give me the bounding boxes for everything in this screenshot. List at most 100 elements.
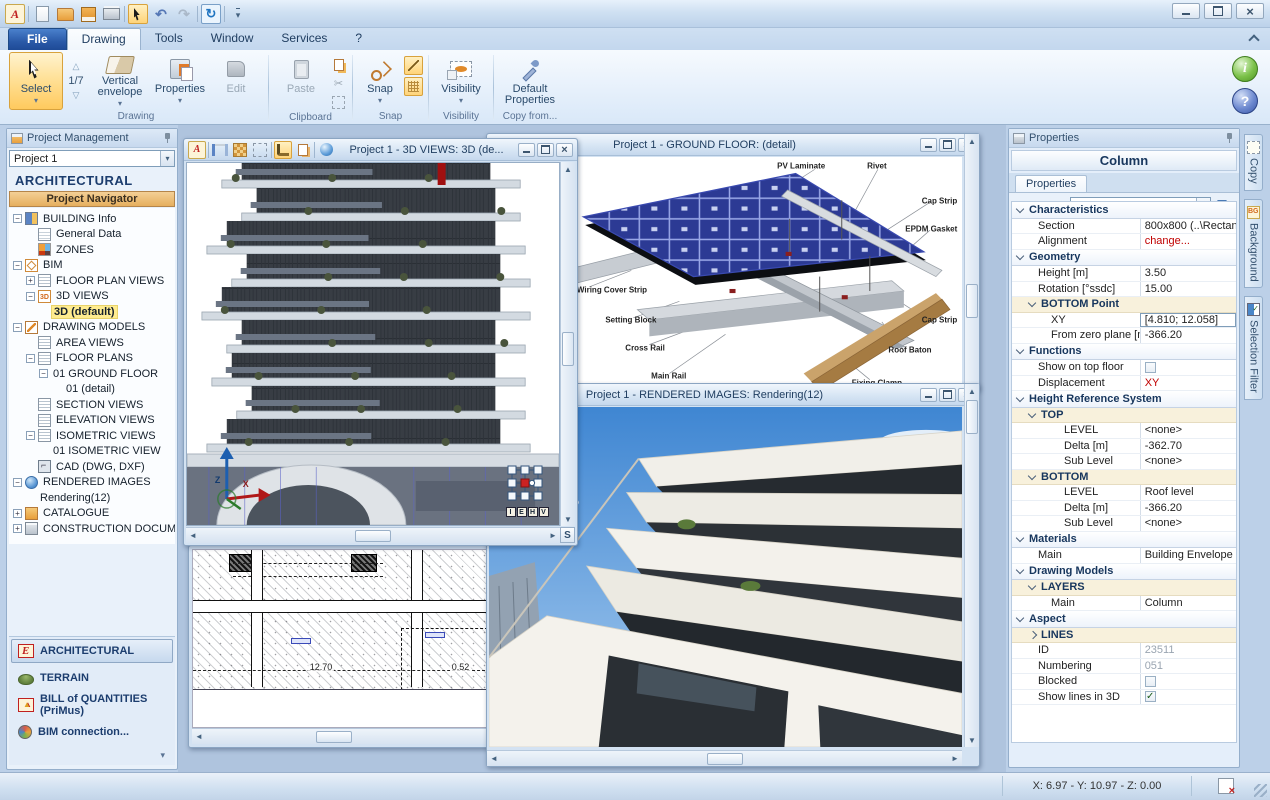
module-button-terrain[interactable]: TERRAIN xyxy=(11,666,173,690)
tree-item-3d-views[interactable]: −3D VIEWS xyxy=(11,289,175,305)
chevron-down-icon[interactable] xyxy=(160,151,174,166)
minimize-button[interactable] xyxy=(920,138,937,152)
property-row-show-on-top-floor[interactable]: Show on top floor xyxy=(1012,360,1236,376)
scroll-up-icon[interactable]: ▲ xyxy=(965,384,979,398)
property-value[interactable]: -362.70 xyxy=(1140,439,1236,454)
restore-button[interactable] xyxy=(939,388,956,402)
scroll-up-icon[interactable]: ▲ xyxy=(561,162,575,176)
next-selection-icon[interactable]: ▽ xyxy=(73,90,80,101)
modules-collapse-icon[interactable] xyxy=(11,747,173,763)
save-icon[interactable] xyxy=(78,4,98,24)
view3d-window[interactable]: Project 1 - 3D VIEWS: 3D (de... xyxy=(183,138,578,546)
view-mode-h[interactable]: H xyxy=(528,507,538,517)
undo-icon[interactable] xyxy=(151,4,171,24)
scroll-up-icon[interactable]: ▲ xyxy=(965,134,979,148)
copy-icon[interactable] xyxy=(330,56,347,73)
app-logo-icon[interactable] xyxy=(188,141,206,159)
property-subsection-top[interactable]: TOP xyxy=(1012,408,1236,424)
snap-grid-toggle[interactable] xyxy=(404,77,423,96)
property-value[interactable] xyxy=(1140,360,1236,375)
floorplan-window[interactable]: 12.70 0.52 ◄ ► xyxy=(188,545,500,748)
property-value[interactable]: -366.20 xyxy=(1140,501,1236,516)
ribbon-tab-drawing[interactable]: Drawing xyxy=(67,28,141,50)
ribbon-tab-services[interactable]: Services xyxy=(267,28,341,50)
tree-item-01-isometric-view[interactable]: 01 ISOMETRIC VIEW xyxy=(11,444,175,460)
property-value[interactable]: [4.810; 12.058] xyxy=(1140,313,1236,328)
texture-icon[interactable] xyxy=(231,141,249,159)
ribbon-tab-file[interactable]: File xyxy=(8,28,67,50)
property-section-height-reference-system[interactable]: Height Reference System xyxy=(1012,391,1236,408)
property-section-aspect[interactable]: Aspect xyxy=(1012,611,1236,628)
view-mode-i[interactable]: I xyxy=(506,507,516,517)
property-subsection-bottom[interactable]: BOTTOM xyxy=(1012,470,1236,486)
tree-item-rendering-12[interactable]: Rendering(12) xyxy=(11,490,175,506)
property-row-id[interactable]: ID23511 xyxy=(1012,643,1236,659)
tree-item-01-ground-floor[interactable]: −01 GROUND FLOOR xyxy=(11,366,175,382)
property-value[interactable]: XY xyxy=(1140,376,1236,391)
property-row-level[interactable]: LEVEL<none> xyxy=(1012,423,1236,439)
tree-expander-icon[interactable]: − xyxy=(26,431,35,440)
restore-button[interactable] xyxy=(939,138,956,152)
property-section-characteristics[interactable]: Characteristics xyxy=(1012,202,1236,219)
property-value[interactable]: 3.50 xyxy=(1140,266,1236,281)
property-subsection-layers[interactable]: LAYERS xyxy=(1012,580,1236,596)
scrollbar-thumb[interactable] xyxy=(707,753,743,765)
project-navigator-button[interactable]: Project Navigator xyxy=(9,191,175,207)
snap-line-toggle[interactable] xyxy=(404,56,423,75)
tree-item-rendered-images[interactable]: −RENDERED IMAGES xyxy=(11,475,175,491)
tree-item-3d-default[interactable]: 3D (default) xyxy=(11,304,175,320)
property-section-materials[interactable]: Materials xyxy=(1012,532,1236,549)
tree-item-zones[interactable]: ZONES xyxy=(11,242,175,258)
tree-item-bim[interactable]: −BIM xyxy=(11,258,175,274)
resize-grip-icon[interactable] xyxy=(1254,784,1267,797)
property-value[interactable]: <none> xyxy=(1140,423,1236,438)
tree-item-floor-plan-views[interactable]: +FLOOR PLAN VIEWS xyxy=(11,273,175,289)
ribbon-tab-tools[interactable]: Tools xyxy=(141,28,197,50)
print-icon[interactable] xyxy=(101,4,121,24)
property-row-main[interactable]: MainBuilding Envelope (def xyxy=(1012,548,1236,564)
property-value[interactable]: Column xyxy=(1140,596,1236,611)
default-properties-button[interactable]: Default Properties xyxy=(499,52,561,110)
scrollbar-thumb[interactable] xyxy=(355,530,391,542)
tree-expander-icon[interactable]: + xyxy=(13,524,22,533)
property-value[interactable]: -366.20 xyxy=(1140,328,1236,343)
scrollbar-thumb[interactable] xyxy=(562,332,574,366)
properties-button[interactable]: Properties xyxy=(153,52,207,110)
vertical-envelope-button[interactable]: Vertical envelope xyxy=(89,52,151,110)
module-button-architectural[interactable]: ARCHITECTURAL xyxy=(11,639,173,663)
help-button[interactable]: ? xyxy=(1232,88,1258,114)
tree-expander-icon[interactable]: + xyxy=(26,276,35,285)
tree-item-isometric-views[interactable]: −ISOMETRIC VIEWS xyxy=(11,428,175,444)
property-section-drawing-models[interactable]: Drawing Models xyxy=(1012,564,1236,581)
pages-icon[interactable] xyxy=(294,141,312,159)
refresh-icon[interactable] xyxy=(201,4,221,24)
maximize-button[interactable] xyxy=(1204,3,1232,19)
tree-expander-icon[interactable]: − xyxy=(39,369,48,378)
scroll-corner-button[interactable]: S xyxy=(560,527,575,543)
restore-button[interactable] xyxy=(537,143,554,157)
property-value[interactable]: 23511 xyxy=(1140,643,1236,658)
property-row-show-lines-in-3d[interactable]: Show lines in 3D✓ xyxy=(1012,690,1236,706)
tree-item-floor-plans[interactable]: −FLOOR PLANS xyxy=(11,351,175,367)
open-folder-icon[interactable] xyxy=(55,4,75,24)
view3d-hscrollbar[interactable]: ◄ ► xyxy=(186,527,560,543)
floorplan-viewport[interactable]: 12.70 0.52 xyxy=(192,549,496,728)
pin-icon[interactable] xyxy=(163,132,173,144)
close-button[interactable] xyxy=(1236,3,1264,19)
property-value[interactable]: 051 xyxy=(1140,659,1236,674)
property-row-level[interactable]: LEVELRoof level xyxy=(1012,485,1236,501)
property-value[interactable] xyxy=(1140,674,1236,689)
tree-item-drawing-models[interactable]: −DRAWING MODELS xyxy=(11,320,175,336)
module-button-bim-connection[interactable]: BIM connection... xyxy=(11,720,173,744)
sphere-icon[interactable] xyxy=(317,141,335,159)
property-row-numbering[interactable]: Numbering051 xyxy=(1012,659,1236,675)
visibility-button[interactable]: Visibility xyxy=(434,52,488,110)
levels-icon[interactable] xyxy=(211,141,229,159)
property-value[interactable]: Building Envelope (def xyxy=(1140,548,1236,563)
prev-selection-icon[interactable]: △ xyxy=(73,61,80,72)
property-subsection-bottom-point[interactable]: BOTTOM Point xyxy=(1012,297,1236,313)
close-button[interactable] xyxy=(556,143,573,157)
tree-item-section-views[interactable]: SECTION VIEWS xyxy=(11,397,175,413)
side-tab-background[interactable]: Background xyxy=(1244,199,1263,289)
tree-item-catalogue[interactable]: +CATALOGUE xyxy=(11,506,175,522)
